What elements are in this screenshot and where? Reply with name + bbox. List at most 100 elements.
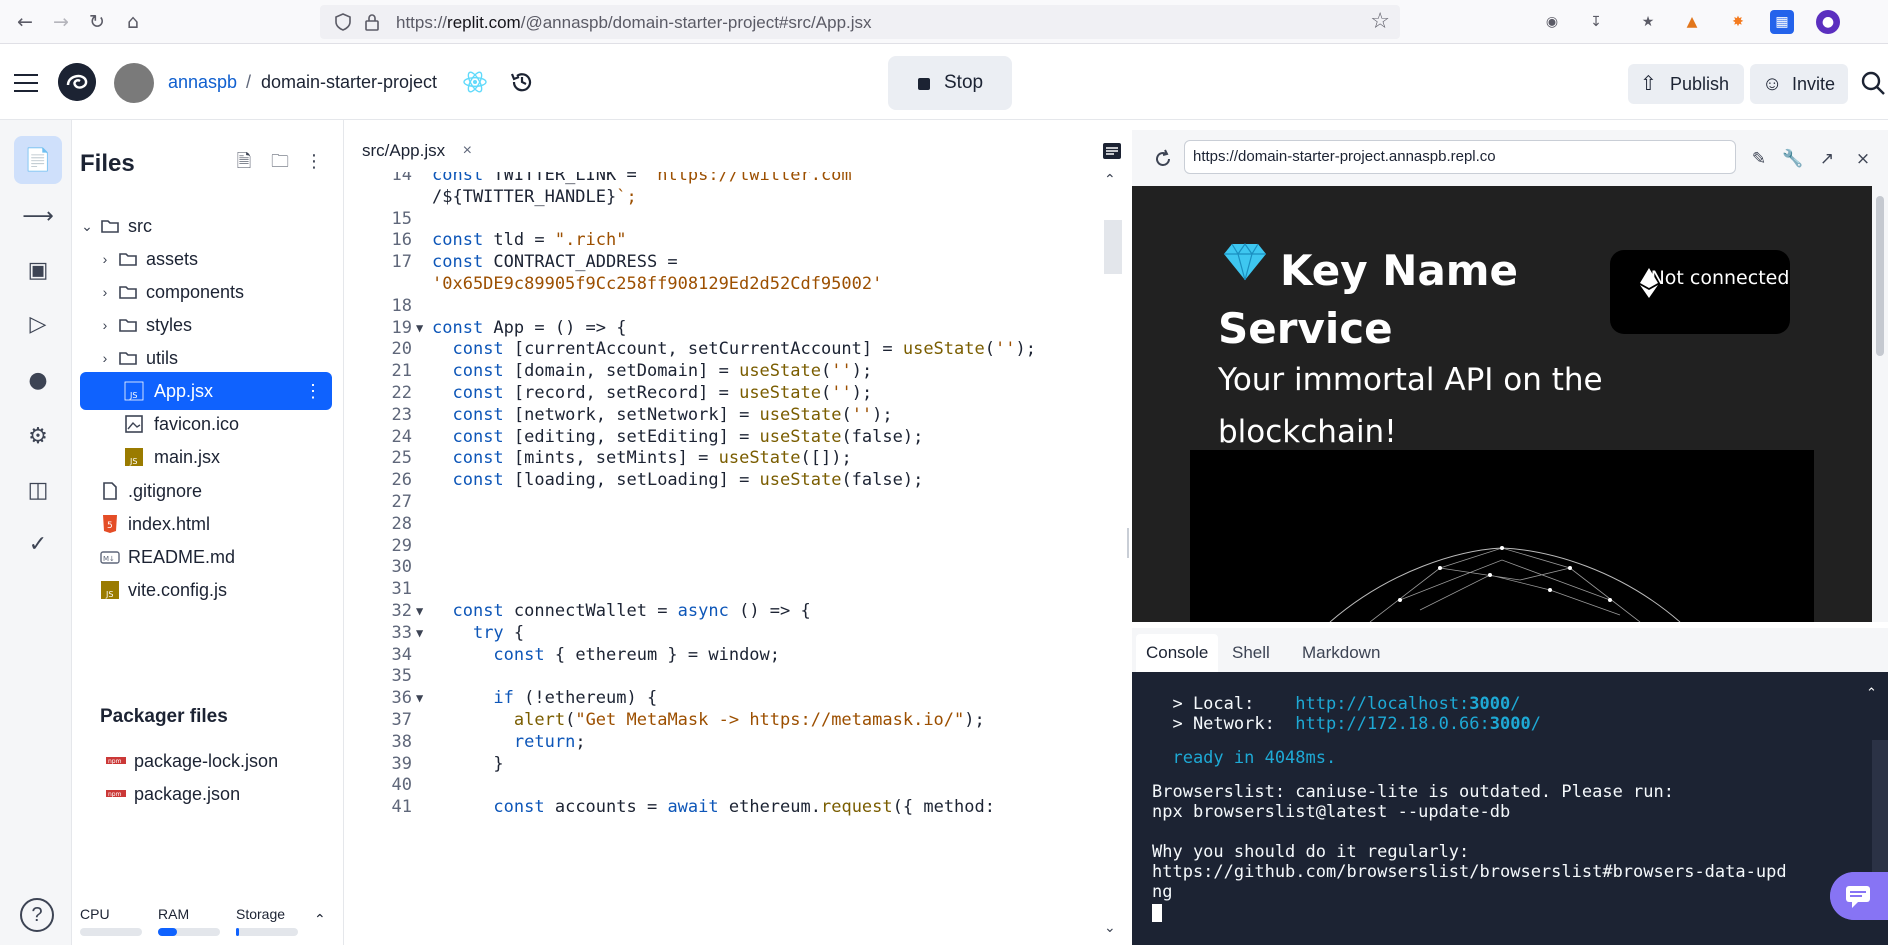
more-options-icon[interactable]: ⋮: [302, 150, 326, 174]
editor-menu-icon[interactable]: [1102, 142, 1122, 160]
svg-text:JS: JS: [105, 590, 113, 599]
close-tab-icon[interactable]: ×: [463, 130, 472, 172]
tab-markdown[interactable]: Markdown: [1292, 634, 1390, 672]
bookmarks-star-icon[interactable]: ★: [1636, 10, 1660, 34]
svg-text:5: 5: [107, 521, 113, 531]
page-title: Key Name Service: [1218, 246, 1519, 353]
home-icon[interactable]: ⌂: [120, 9, 146, 35]
settings-gear-icon[interactable]: ⚙: [14, 412, 62, 460]
username-link[interactable]: annaspb: [168, 72, 237, 93]
console-line-local: > Local: http://localhost:3000/: [1152, 694, 1521, 714]
code-editor[interactable]: src/App.jsx × 14 const TWITTER_LINK = `ht…: [354, 130, 1122, 945]
webview-url-input[interactable]: https://domain-starter-project.annaspb.r…: [1184, 140, 1736, 174]
tool-rail: 📄 ⟶ ▣ ▷ ● ⚙ ◫ ✓ ?: [0, 120, 72, 945]
address-bar[interactable]: https://replit.com/@annaspb/domain-start…: [320, 5, 1400, 39]
wallet-status-button[interactable]: Not connected: [1610, 250, 1790, 334]
console-line: npx browserslist@latest --update-db: [1152, 802, 1511, 822]
tab-console[interactable]: Console: [1136, 634, 1219, 672]
packages-icon[interactable]: ▣: [14, 246, 62, 294]
npm-icon: npm: [106, 790, 126, 798]
stop-button[interactable]: Stop: [888, 56, 1012, 110]
svg-text:JS: JS: [129, 457, 137, 466]
files-panel: Files 🗎 🗀 ⋮ ⌄ src › assets › components …: [72, 120, 344, 945]
checkmark-icon[interactable]: ✓: [14, 520, 62, 568]
ethereum-icon: [1640, 268, 1658, 298]
code-area[interactable]: 14 const TWITTER_LINK = `https://twitter.…: [354, 172, 1114, 945]
code-line[interactable]: 41 const accounts = await ethereum.reque…: [354, 794, 1114, 820]
replit-logo[interactable]: [58, 63, 96, 101]
scroll-down-icon[interactable]: ⌄: [1104, 920, 1116, 936]
secrets-lock-icon[interactable]: ●: [14, 356, 62, 404]
ram-label: RAM: [158, 906, 190, 922]
close-webview-icon[interactable]: ×: [1852, 148, 1874, 170]
network-globe-image: [1190, 450, 1814, 622]
breadcrumb-separator: /: [246, 72, 252, 92]
webview-refresh-icon[interactable]: [1152, 148, 1174, 170]
line-number: 41: [391, 797, 412, 818]
reload-icon[interactable]: ↻: [84, 9, 110, 35]
storage-meter: [236, 928, 298, 936]
js-file-icon: JS: [125, 448, 143, 466]
npm-icon: npm: [106, 757, 126, 765]
burst-icon[interactable]: ✸: [1726, 10, 1750, 34]
console-line: Browserslist: caniuse-lite is outdated. …: [1152, 782, 1674, 802]
help-icon[interactable]: ?: [20, 898, 54, 932]
tab-shell[interactable]: Shell: [1222, 634, 1280, 672]
back-icon[interactable]: ←: [12, 9, 38, 35]
pocket-icon[interactable]: ◉: [1540, 10, 1564, 34]
folder-icon: [101, 220, 119, 233]
devtools-wrench-icon[interactable]: 🔧: [1782, 148, 1804, 170]
ram-meter: [158, 928, 220, 936]
file-icon: [103, 482, 117, 500]
svg-text:npm: npm: [108, 791, 122, 798]
chat-feedback-button[interactable]: [1830, 872, 1888, 920]
git-icon[interactable]: ⟶: [14, 192, 62, 240]
menu-icon[interactable]: [14, 74, 38, 92]
tree-file-package-json[interactable]: npm package.json: [80, 775, 332, 813]
new-file-icon[interactable]: 🗎: [232, 150, 256, 174]
cpu-meter: [80, 928, 142, 936]
tree-file-vite-config[interactable]: JS vite.config.js: [80, 571, 332, 609]
open-new-tab-icon[interactable]: ↗: [1816, 148, 1838, 170]
history-icon[interactable]: [508, 68, 536, 96]
debugger-icon[interactable]: ▷: [14, 300, 62, 348]
files-icon[interactable]: 📄: [14, 136, 62, 184]
folder-icon: [119, 253, 137, 266]
editor-tabbar: src/App.jsx ×: [354, 130, 1122, 172]
folder-icon: [119, 286, 137, 299]
metamask-icon[interactable]: ▲: [1680, 10, 1704, 34]
search-icon[interactable]: [1860, 70, 1886, 96]
bookmark-star-icon[interactable]: ☆: [1370, 9, 1390, 34]
tree-file-main-jsx[interactable]: JS main.jsx: [80, 438, 332, 476]
console-output[interactable]: > Local: http://localhost:3000/ > Networ…: [1132, 672, 1888, 945]
profile-icon[interactable]: ●: [1816, 10, 1840, 34]
download-icon[interactable]: ↧: [1584, 10, 1608, 34]
files-title: Files: [80, 150, 135, 177]
cpu-label: CPU: [80, 906, 110, 922]
html-file-icon: 5: [103, 515, 117, 533]
webview-page: Key Name Service Your immortal API on th…: [1132, 186, 1872, 622]
database-icon[interactable]: ◫: [14, 466, 62, 514]
project-name[interactable]: domain-starter-project: [261, 72, 437, 93]
storage-label: Storage: [236, 906, 286, 922]
page-subtitle: Your immortal API on the blockchain!: [1218, 362, 1603, 450]
avatar[interactable]: [114, 63, 154, 103]
folder-icon: [119, 352, 137, 365]
new-folder-icon[interactable]: 🗀: [268, 150, 292, 174]
tab-app-jsx[interactable]: src/App.jsx ×: [354, 130, 482, 172]
pane-resize-handle[interactable]: [1127, 528, 1129, 558]
editor-scrollbar[interactable]: [1104, 220, 1122, 274]
console-scroll-up-icon[interactable]: ⌃: [1866, 686, 1877, 701]
webview-scrollbar[interactable]: [1872, 186, 1888, 622]
edit-pencil-icon[interactable]: ✎: [1748, 148, 1770, 170]
forward-icon[interactable]: →: [48, 9, 74, 35]
scroll-up-icon[interactable]: ⌃: [1104, 172, 1116, 188]
invite-button[interactable]: ☺ Invite: [1750, 64, 1848, 104]
upload-icon: ⇧: [1640, 73, 1657, 95]
collapse-chevron-icon[interactable]: ⌃: [314, 912, 326, 928]
publish-button[interactable]: ⇧ Publish: [1628, 64, 1744, 104]
packager-files-title: Packager files: [100, 706, 228, 727]
extension-icon[interactable]: ▦: [1770, 10, 1794, 34]
stop-icon: [918, 78, 930, 90]
console-line-ready: ready in 4048ms.: [1152, 748, 1337, 768]
